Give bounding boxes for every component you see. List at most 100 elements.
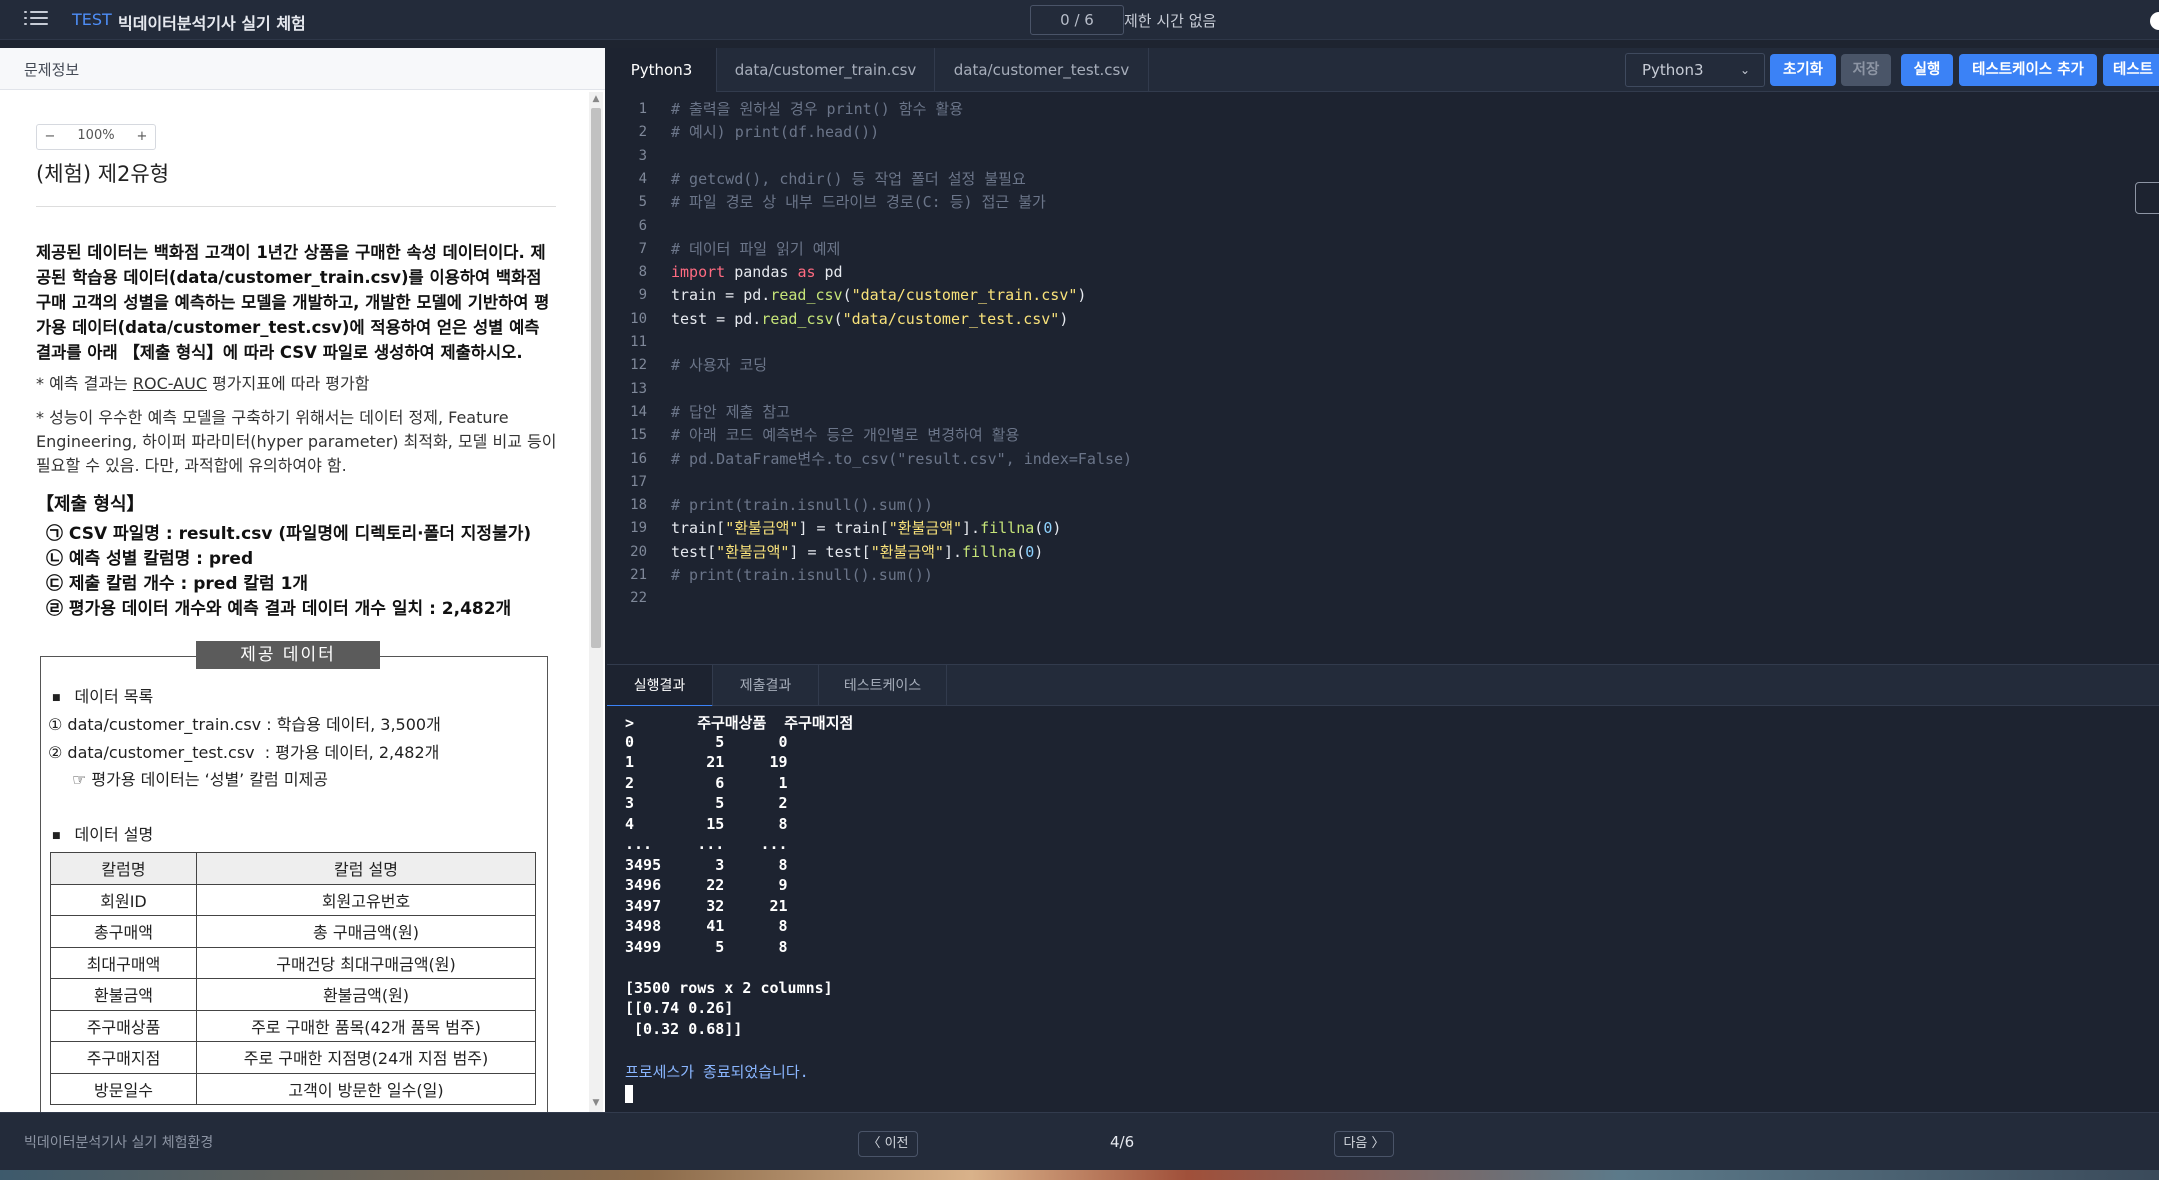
line-number: 4 <box>638 170 647 187</box>
code-text: # 사용자 코딩 <box>671 356 768 375</box>
code-line[interactable]: 14 # 답안 제출 참고 <box>607 401 2159 424</box>
note-metric-name: ROC-AUC <box>132 374 207 393</box>
save-button[interactable]: 저장 <box>1841 54 1891 86</box>
code-line[interactable]: 9 train = pd.read_csv("data/customer_trai… <box>607 284 2159 307</box>
column-table: 칼럼명 칼럼 설명 회원ID 회원고유번호 총구매액 총 구매금액(원) 최대구매액… <box>50 852 536 1105</box>
progress-indicator: 0 / 6 <box>1030 5 1124 35</box>
line-number: 16 <box>630 450 647 467</box>
table-row: 총구매액 총 구매금액(원) <box>50 915 536 948</box>
code-text: # 파일 경로 상 내부 드라이브 경로(C: 등) 접근 불가 <box>671 193 1046 212</box>
language-select[interactable]: Python3 ⌄ <box>1625 53 1765 87</box>
code-text: # 데이터 파일 읽기 예제 <box>671 239 841 258</box>
zoom-in-icon[interactable]: + <box>131 127 153 147</box>
submit-format-list: ㉠ CSV 파일명 : result.csv (파일명에 디렉토리·폴더 지정불… <box>46 522 566 622</box>
code-line[interactable]: 3 <box>607 145 2159 168</box>
console-line: 0 5 0 <box>625 732 788 751</box>
code-line[interactable]: 11 <box>607 331 2159 354</box>
code-line[interactable]: 20 test["환불금액"] = test["환불금액"].fillna(0) <box>607 541 2159 564</box>
line-number: 11 <box>630 334 647 350</box>
zoom-out-icon[interactable]: − <box>39 127 61 147</box>
table-cell: 방문일수 <box>50 1072 197 1105</box>
problem-title: (체험) 제2유형 <box>36 162 170 186</box>
footer-label: 빅데이터분석기사 실기 체험환경 <box>24 1135 214 1151</box>
background-strip <box>0 1170 2159 1180</box>
test-button[interactable]: 테스트 <box>2103 54 2159 86</box>
line-number: 6 <box>638 217 647 234</box>
code-line[interactable]: 12 # 사용자 코딩 <box>607 354 2159 377</box>
scrollbar-thumb[interactable] <box>591 108 601 648</box>
line-number: 17 <box>630 473 647 490</box>
line-number: 10 <box>630 310 647 327</box>
tab-submit-result[interactable]: 제출결과 <box>713 665 819 707</box>
code-line[interactable]: 8 import pandas as pd <box>607 261 2159 284</box>
zoom-level: 100% <box>77 128 115 143</box>
table-cell: 주구매상품 <box>50 1009 197 1042</box>
code-text: train["환불금액"] = train["환불금액"].fillna(0) <box>671 519 1062 538</box>
console-line: 3 5 2 <box>625 794 788 812</box>
run-button[interactable]: 실행 <box>1901 54 1953 86</box>
note-performance: * 성능이 우수한 예측 모델을 구축하기 위해서는 데이터 정제, Featu… <box>36 408 557 475</box>
top-bar: TEST 빅데이터분석기사 실기 체험 0 / 6 제한 시간 없음 <box>0 0 2159 40</box>
next-button[interactable]: 다음 〉 <box>1334 1131 1394 1157</box>
menu-icon[interactable] <box>24 9 48 31</box>
note-metric: * 예측 결과는 ROC-AUC 평가지표에 따라 평가함 <box>36 372 558 396</box>
code-line[interactable]: 1 # 출력을 원하실 경우 print() 함수 활용 <box>607 98 2159 121</box>
console-cursor[interactable] <box>625 1085 633 1103</box>
prev-button[interactable]: 〈 이전 <box>858 1131 918 1157</box>
problem-description: 제공된 데이터는 백화점 고객이 1년간 상품을 구매한 속성 데이터이다. 제… <box>36 243 550 362</box>
table-cell: 회원고유번호 <box>196 883 536 916</box>
user-icon[interactable] <box>2150 12 2159 30</box>
scroll-down-icon[interactable]: ▼ <box>589 1096 603 1110</box>
data-list-note: ☞ 평가용 데이터는 ‘성별’ 칼럼 미제공 <box>72 770 329 789</box>
code-line[interactable]: 7 # 데이터 파일 읽기 예제 <box>607 238 2159 261</box>
line-number: 12 <box>630 357 647 374</box>
code-line[interactable]: 10 test = pd.read_csv("data/customer_test… <box>607 308 2159 331</box>
console-line: 2 6 1 <box>625 773 788 792</box>
code-line[interactable]: 4 # getcwd(), chdir() 등 작업 폴더 설정 불필요 <box>607 168 2159 191</box>
code-line[interactable]: 19 train["환불금액"] = train["환불금액"].fillna(0… <box>607 517 2159 540</box>
table-row: 회원ID 회원고유번호 <box>50 883 536 916</box>
editor-tabbar: Python3 data/customer_train.csv data/cus… <box>607 48 2159 92</box>
line-number: 14 <box>630 403 647 420</box>
code-line[interactable]: 2 # 예시) print(df.head()) <box>607 121 2159 144</box>
code-line[interactable]: 13 <box>607 378 2159 401</box>
code-line[interactable]: 5 # 파일 경로 상 내부 드라이브 경로(C: 등) 접근 불가 <box>607 191 2159 214</box>
table-row: 최대구매액 구매건당 최대구매금액(원) <box>50 946 536 979</box>
tab-testcase[interactable]: 테스트케이스 <box>819 665 947 707</box>
tab-customer-train[interactable]: data/customer_train.csv <box>717 48 935 92</box>
code-line[interactable]: 6 <box>607 215 2159 238</box>
code-text: test = pd.read_csv("data/customer_test.c… <box>671 309 1069 328</box>
console-line: 3499 5 8 <box>625 937 788 956</box>
problem-panel-header: 문제정보 <box>0 48 605 90</box>
bottom-bar: 빅데이터분석기사 실기 체험환경 〈 이전 4/6 다음 〉 <box>0 1112 2159 1170</box>
tab-run-result[interactable]: 실행결과 <box>607 665 713 707</box>
reset-button[interactable]: 초기화 <box>1770 54 1836 86</box>
code-line[interactable]: 17 <box>607 471 2159 494</box>
line-number: 21 <box>630 567 647 583</box>
table-cell: 총 구매금액(원) <box>196 915 536 948</box>
page-indicator: 4/6 <box>1110 1133 1135 1151</box>
edit-icon[interactable] <box>2135 182 2159 214</box>
code-line[interactable]: 16 # pd.DataFrame변수.to_csv("result.csv", … <box>607 448 2159 471</box>
submit-item: ㉠ CSV 파일명 : result.csv (파일명에 디렉토리·폴더 지정불… <box>46 524 532 544</box>
app-title: 빅데이터분석기사 실기 체험 <box>118 14 306 33</box>
code-text: # 출력을 원하실 경우 print() 함수 활용 <box>671 100 964 118</box>
provided-data-title: 제공 데이터 <box>196 641 380 669</box>
table-cell: 환불금액 <box>50 978 197 1011</box>
add-testcase-button[interactable]: 테스트케이스 추가 <box>1959 54 2097 86</box>
code-line[interactable]: 21 # print(train.isnull().sum()) <box>607 564 2159 587</box>
console-line: [[0.74 0.26] <box>625 999 734 1017</box>
line-number: 9 <box>638 287 647 304</box>
code-text: # 답안 제출 참고 <box>671 402 790 421</box>
code-line[interactable]: 15 # 아래 코드 예측변수 등은 개인별로 변경하여 활용 <box>607 424 2159 447</box>
tab-python3[interactable]: Python3 <box>607 48 717 92</box>
console-line: 4 15 8 <box>625 814 788 833</box>
table-cell: 주로 구매한 지점명(24개 지점 범주) <box>196 1041 536 1074</box>
code-line[interactable]: 18 # print(train.isnull().sum()) <box>607 494 2159 517</box>
table-row: 환불금액 환불금액(원) <box>50 978 536 1011</box>
code-line[interactable]: 22 <box>607 587 2159 610</box>
tab-customer-test[interactable]: data/customer_test.csv <box>935 48 1149 92</box>
code-editor[interactable]: 1 # 출력을 원하실 경우 print() 함수 활용 2 # 예시) print(… <box>607 92 2159 664</box>
code-text: # getcwd(), chdir() 등 작업 폴더 설정 불필요 <box>671 169 1026 188</box>
scroll-up-icon[interactable]: ▲ <box>589 92 603 106</box>
